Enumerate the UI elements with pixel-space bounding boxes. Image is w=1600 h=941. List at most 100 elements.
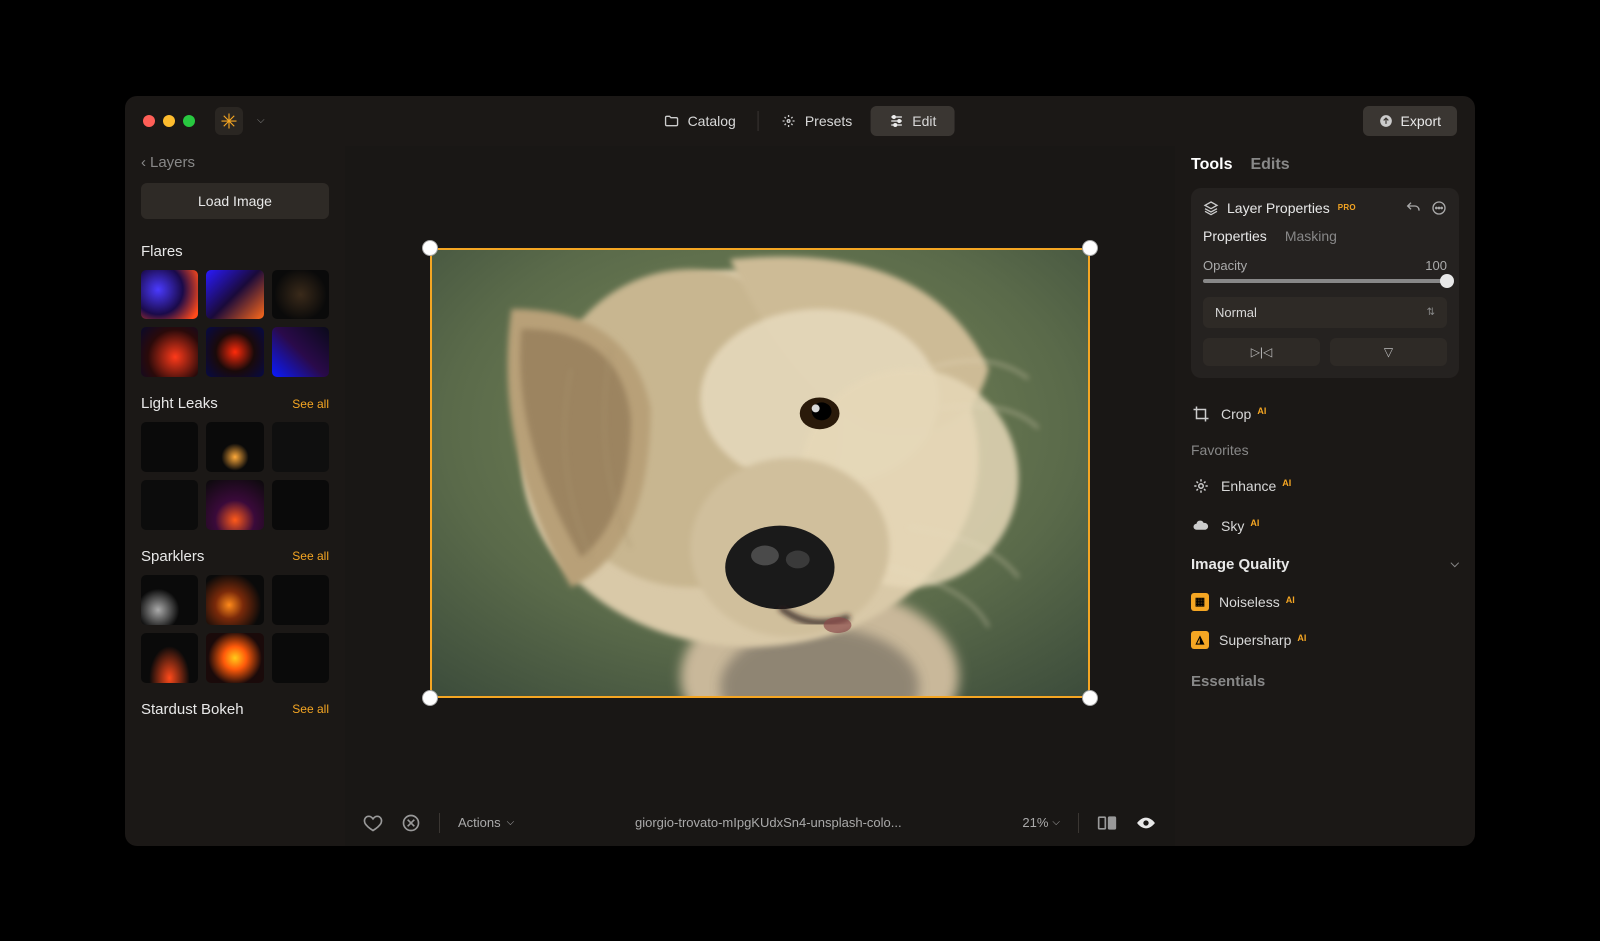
presets-icon xyxy=(781,113,797,129)
noiseless-icon: ▦ xyxy=(1191,593,1209,611)
ai-badge: AI xyxy=(1282,478,1291,488)
panel-header: Layer Properties PRO xyxy=(1203,200,1447,216)
overlay-thumbnail[interactable] xyxy=(206,480,263,530)
overlay-thumbnail[interactable] xyxy=(206,575,263,625)
overlay-thumbnail[interactable] xyxy=(141,633,198,683)
cloud-icon xyxy=(1191,516,1211,536)
category-header-flares: Flares xyxy=(141,243,329,260)
app-logo[interactable] xyxy=(215,107,243,135)
see-all-link[interactable]: See all xyxy=(292,702,329,716)
edits-tab[interactable]: Edits xyxy=(1250,156,1289,174)
sky-tool[interactable]: Sky AI xyxy=(1191,506,1459,546)
see-all-link[interactable]: See all xyxy=(292,549,329,563)
chevron-left-icon: ‹ xyxy=(141,154,146,171)
opacity-slider[interactable] xyxy=(1203,279,1447,283)
eye-icon xyxy=(1135,815,1157,831)
menu-button[interactable] xyxy=(1431,200,1447,216)
favorite-button[interactable] xyxy=(363,813,383,833)
flip-vertical-button[interactable]: ▽ xyxy=(1330,338,1447,366)
chevron-down-icon: ⌵ xyxy=(1451,558,1459,571)
chevron-down-icon: ⌵ xyxy=(507,817,515,828)
overlay-thumbnail[interactable] xyxy=(272,327,329,377)
resize-handle-br[interactable] xyxy=(1082,690,1098,706)
edit-tab[interactable]: Edit xyxy=(870,106,954,136)
panel-title: Layer Properties xyxy=(1227,200,1330,216)
preview-button[interactable] xyxy=(1135,815,1157,831)
zoom-menu[interactable]: 21% ⌵ xyxy=(1022,815,1060,830)
enhance-tool[interactable]: Enhance AI xyxy=(1191,466,1459,506)
back-to-layers-button[interactable]: ‹ Layers xyxy=(141,154,329,171)
main-area: ‹ Layers Load Image Flares Light Leaks S… xyxy=(125,146,1475,846)
enhance-label: Enhance xyxy=(1221,478,1276,494)
overlay-thumbnail[interactable] xyxy=(141,270,198,320)
category-title: Flares xyxy=(141,243,183,260)
overlay-thumbnail[interactable] xyxy=(206,270,263,320)
canvas-viewport[interactable] xyxy=(345,146,1175,800)
overlay-thumbnail[interactable] xyxy=(206,633,263,683)
overlay-thumbnail[interactable] xyxy=(272,270,329,320)
minimize-window-button[interactable] xyxy=(163,115,175,127)
catalog-tab-label: Catalog xyxy=(688,113,736,129)
maximize-window-button[interactable] xyxy=(183,115,195,127)
app-window: ⌵ Catalog Presets Edit Export ‹ xyxy=(125,96,1475,846)
overlay-thumbnail[interactable] xyxy=(206,422,263,472)
overlay-thumbnail[interactable] xyxy=(206,327,263,377)
light-leaks-thumbnails xyxy=(141,422,329,530)
presets-tab[interactable]: Presets xyxy=(763,106,870,136)
flares-thumbnails xyxy=(141,270,329,378)
compare-button[interactable] xyxy=(1097,815,1117,831)
pro-badge: PRO xyxy=(1338,203,1356,212)
supersharp-tool[interactable]: ◮ Supersharp AI xyxy=(1191,621,1459,659)
see-all-link[interactable]: See all xyxy=(292,397,329,411)
properties-subtab[interactable]: Properties xyxy=(1203,228,1267,244)
titlebar: ⌵ Catalog Presets Edit Export xyxy=(125,96,1475,146)
reject-button[interactable] xyxy=(401,813,421,833)
catalog-tab[interactable]: Catalog xyxy=(646,106,754,136)
undo-button[interactable] xyxy=(1405,200,1421,216)
blend-mode-select[interactable]: Normal ⇅ xyxy=(1203,297,1447,328)
resize-handle-tr[interactable] xyxy=(1082,240,1098,256)
right-panel-tabs: Tools Edits xyxy=(1191,156,1459,174)
separator xyxy=(439,813,440,833)
masking-subtab[interactable]: Masking xyxy=(1285,228,1337,244)
flip-horizontal-button[interactable]: ▷|◁ xyxy=(1203,338,1320,366)
slider-knob[interactable] xyxy=(1440,274,1454,288)
tab-separator xyxy=(758,111,759,131)
actions-menu[interactable]: Actions ⌵ xyxy=(458,815,514,830)
sliders-icon xyxy=(888,113,904,129)
overlay-thumbnail[interactable] xyxy=(272,633,329,683)
overlay-thumbnail[interactable] xyxy=(141,327,198,377)
filename-label: giorgio-trovato-mIpgKUdxSn4-unsplash-col… xyxy=(635,815,902,830)
noiseless-label: Noiseless xyxy=(1219,594,1280,610)
left-sidebar: ‹ Layers Load Image Flares Light Leaks S… xyxy=(125,146,345,846)
overlay-thumbnail[interactable] xyxy=(141,422,198,472)
overlay-thumbnail[interactable] xyxy=(141,575,198,625)
category-header-sparklers: Sparklers See all xyxy=(141,548,329,565)
opacity-label: Opacity xyxy=(1203,258,1247,273)
layers-icon xyxy=(1203,200,1219,216)
heart-icon xyxy=(363,813,383,833)
presets-tab-label: Presets xyxy=(805,113,852,129)
noiseless-tool[interactable]: ▦ Noiseless AI xyxy=(1191,583,1459,621)
ai-badge: AI xyxy=(1297,633,1306,643)
overlay-thumbnail[interactable] xyxy=(272,422,329,472)
overlay-thumbnail[interactable] xyxy=(272,575,329,625)
favorites-section-label: Favorites xyxy=(1191,434,1459,466)
image-quality-section[interactable]: Image Quality ⌵ xyxy=(1191,546,1459,583)
resize-handle-bl[interactable] xyxy=(422,690,438,706)
export-label: Export xyxy=(1401,113,1441,129)
app-menu-chevron-icon[interactable]: ⌵ xyxy=(257,115,265,126)
close-window-button[interactable] xyxy=(143,115,155,127)
overlay-thumbnail[interactable] xyxy=(272,480,329,530)
overlay-thumbnail[interactable] xyxy=(141,480,198,530)
select-chevron-icon: ⇅ xyxy=(1427,307,1435,318)
flip-v-icon: ▽ xyxy=(1384,345,1393,359)
load-image-button[interactable]: Load Image xyxy=(141,183,329,219)
reject-icon xyxy=(401,813,421,833)
tools-tab[interactable]: Tools xyxy=(1191,156,1232,174)
crop-tool[interactable]: Crop AI xyxy=(1191,394,1459,434)
essentials-section-label: Essentials xyxy=(1191,659,1459,698)
resize-handle-tl[interactable] xyxy=(422,240,438,256)
export-button[interactable]: Export xyxy=(1363,106,1457,136)
image-frame[interactable] xyxy=(430,248,1090,698)
